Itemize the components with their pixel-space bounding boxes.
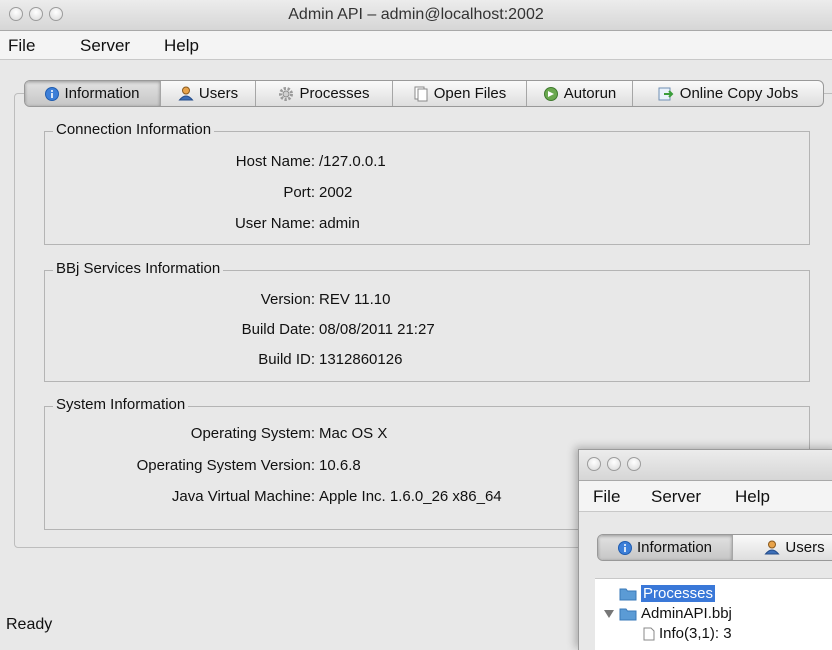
os-label: Operating System:	[190, 425, 315, 442]
menu-server[interactable]: Server	[80, 36, 130, 56]
connection-info-group: Connection Information Host Name: /127.0…	[44, 121, 811, 245]
menu-file[interactable]: File	[8, 36, 35, 56]
second-window[interactable]: File Server Help Information Users Proce…	[578, 449, 832, 650]
os-version-value: 10.6.8	[319, 457, 361, 474]
title-bar: Admin API – admin@localhost:2002	[0, 0, 832, 31]
tree-node-processes-label: Processes	[641, 585, 716, 602]
tree-node-adminapi-label: AdminAPI.bbj	[641, 605, 732, 622]
menu-help[interactable]: Help	[164, 36, 199, 56]
second-tab-information-label: Information	[636, 539, 713, 556]
build-id-value: 1312860126	[319, 351, 403, 368]
tree-node-adminapi[interactable]: AdminAPI.bbj	[603, 605, 732, 622]
tree-node-info-label: Info(3,1): 3	[659, 625, 732, 642]
version-value: REV 11.10	[319, 291, 391, 308]
host-name-value: /127.0.0.1	[319, 153, 386, 170]
build-date-label: Build Date:	[241, 321, 315, 338]
tab-open-files-label: Open Files	[433, 85, 507, 102]
info-row: Host Name: /127.0.0.1	[45, 153, 811, 173]
second-tab-information[interactable]: Information	[598, 535, 733, 560]
files-icon	[413, 86, 429, 102]
info-row: Build ID: 1312860126	[45, 351, 811, 371]
connection-info-title: Connection Information	[53, 121, 215, 138]
tab-bar: Information Users Processes Open Files A…	[24, 80, 824, 107]
user-name-value: admin	[319, 215, 360, 232]
tab-processes[interactable]: Processes	[256, 81, 393, 106]
version-label: Version:	[260, 291, 315, 308]
tab-autorun[interactable]: Autorun	[527, 81, 633, 106]
users-icon	[178, 86, 194, 101]
second-close-window-button[interactable]	[587, 457, 601, 471]
info-row: Build Date: 08/08/2011 21:27	[45, 321, 811, 341]
services-info-title: BBj Services Information	[53, 260, 224, 277]
menu-bar: File Server Help	[0, 31, 832, 60]
second-tab-bar: Information Users	[597, 534, 832, 561]
tab-open-files[interactable]: Open Files	[393, 81, 527, 106]
status-text: Ready	[6, 616, 53, 633]
tab-information[interactable]: Information	[25, 81, 161, 106]
tab-autorun-label: Autorun	[563, 85, 617, 102]
disclosure-triangle-icon[interactable]	[603, 609, 615, 619]
tab-information-label: Information	[64, 85, 140, 102]
info-row: Version: REV 11.10	[45, 291, 811, 311]
build-date-value: 08/08/2011 21:27	[319, 321, 435, 338]
tab-users[interactable]: Users	[161, 81, 256, 106]
info-row: Operating System: Mac OS X	[45, 425, 811, 445]
build-id-label: Build ID:	[258, 351, 315, 368]
autorun-icon	[543, 86, 559, 102]
jvm-value: Apple Inc. 1.6.0_26 x86_64	[319, 488, 502, 505]
second-title-bar	[579, 450, 832, 481]
second-menu-file[interactable]: File	[593, 487, 620, 507]
document-icon	[643, 627, 655, 641]
info-row: Port: 2002	[45, 184, 811, 204]
tab-online-copy-jobs[interactable]: Online Copy Jobs	[633, 81, 823, 106]
second-menu-server[interactable]: Server	[651, 487, 701, 507]
info-row: User Name: admin	[45, 215, 811, 235]
os-value: Mac OS X	[319, 425, 388, 442]
jvm-label: Java Virtual Machine:	[171, 488, 315, 505]
tree-node-processes[interactable]: Processes	[619, 585, 716, 602]
system-info-title: System Information	[53, 396, 189, 413]
copy-jobs-icon	[658, 86, 675, 102]
user-name-label: User Name:	[234, 215, 315, 232]
second-menu-bar: File Server Help	[579, 481, 832, 512]
second-minimize-window-button[interactable]	[607, 457, 621, 471]
tab-users-label: Users	[198, 85, 239, 102]
second-menu-help[interactable]: Help	[735, 487, 770, 507]
folder-icon	[619, 587, 637, 601]
gear-icon	[278, 86, 294, 102]
process-tree: Processes AdminAPI.bbj Info(3,1): 3	[595, 578, 832, 650]
port-value: 2002	[319, 184, 353, 201]
folder-icon	[619, 607, 637, 621]
second-zoom-window-button[interactable]	[627, 457, 641, 471]
services-info-group: BBj Services Information Version: REV 11…	[44, 260, 811, 382]
second-tab-users[interactable]: Users	[733, 535, 832, 560]
info-icon	[45, 86, 60, 101]
os-version-label: Operating System Version:	[136, 457, 315, 474]
tab-processes-label: Processes	[299, 85, 370, 102]
tree-node-info[interactable]: Info(3,1): 3	[643, 625, 732, 642]
host-name-label: Host Name:	[235, 153, 315, 170]
tab-online-copy-jobs-label: Online Copy Jobs	[679, 85, 799, 102]
users-icon	[764, 540, 780, 555]
second-tab-users-label: Users	[785, 539, 825, 556]
window-title: Admin API – admin@localhost:2002	[288, 6, 544, 23]
info-icon	[617, 540, 632, 555]
port-label: Port:	[283, 184, 315, 201]
